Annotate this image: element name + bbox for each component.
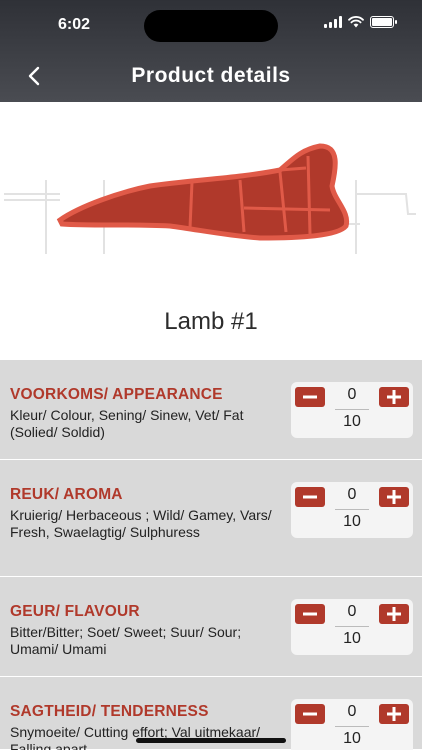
decrement-button[interactable] (295, 487, 325, 507)
score-stepper: 0 10 (291, 699, 413, 750)
attribute-title: SAGTHEID/ TENDERNESS (10, 703, 209, 720)
divider (335, 726, 369, 727)
score-value: 0 (347, 486, 357, 503)
home-indicator (136, 738, 286, 743)
wifi-icon (348, 16, 364, 28)
navigation-header: 6:02 Product details (0, 0, 422, 102)
score-stepper: 0 10 (291, 599, 413, 655)
status-time: 6:02 (58, 16, 91, 33)
score-max: 10 (343, 730, 361, 747)
score-stepper: 0 10 (291, 382, 413, 438)
attribute-description: Bitter/Bitter; Soet/ Sweet; Suur/ Sour; … (10, 624, 242, 657)
attribute-description: Kruierig/ Herbaceous ; Wild/ Gamey, Vars… (10, 507, 272, 540)
score-max: 10 (343, 630, 361, 647)
attribute-title: VOORKOMS/ APPEARANCE (10, 386, 223, 403)
decrement-button[interactable] (295, 387, 325, 407)
page-title: Product details (131, 64, 291, 87)
increment-button[interactable] (379, 387, 409, 407)
attribute-description: Kleur/ Colour, Sening/ Sinew, Vet/ Fat (… (10, 407, 244, 440)
list-item: REUK/ AROMA Kruierig/ Herbaceous ; Wild/… (0, 460, 422, 577)
score-max: 10 (343, 413, 361, 430)
minus-icon (303, 712, 317, 716)
product-name: Lamb #1 (164, 308, 258, 335)
decrement-button[interactable] (295, 704, 325, 724)
score-max: 10 (343, 513, 361, 530)
attribute-description: Snymoeite/ Cutting effort; Val uitmekaar… (10, 724, 261, 750)
decrement-button[interactable] (295, 604, 325, 624)
plus-icon (387, 707, 401, 721)
list-item: VOORKOMS/ APPEARANCE Kleur/ Colour, Seni… (0, 360, 422, 460)
plus-icon (387, 607, 401, 621)
minus-icon (303, 612, 317, 616)
plus-icon (387, 390, 401, 404)
plus-icon (387, 490, 401, 504)
status-icons (324, 16, 397, 28)
score-value: 0 (347, 603, 357, 620)
increment-button[interactable] (379, 604, 409, 624)
score-stepper: 0 10 (291, 482, 413, 538)
minus-icon (303, 395, 317, 399)
divider (335, 409, 369, 410)
camera-notch (144, 10, 278, 42)
attribute-title: GEUR/ FLAVOUR (10, 603, 140, 620)
battery-icon (370, 16, 397, 28)
divider (335, 509, 369, 510)
score-value: 0 (347, 703, 357, 720)
attribute-list: VOORKOMS/ APPEARANCE Kleur/ Colour, Seni… (0, 360, 422, 750)
increment-button[interactable] (379, 704, 409, 724)
list-item: GEUR/ FLAVOUR Bitter/Bitter; Soet/ Sweet… (0, 577, 422, 677)
divider (335, 626, 369, 627)
lamb-cut-illustration (4, 143, 416, 254)
increment-button[interactable] (379, 487, 409, 507)
minus-icon (303, 495, 317, 499)
attribute-title: REUK/ AROMA (10, 486, 123, 503)
score-value: 0 (347, 386, 357, 403)
signal-icon (324, 16, 342, 28)
